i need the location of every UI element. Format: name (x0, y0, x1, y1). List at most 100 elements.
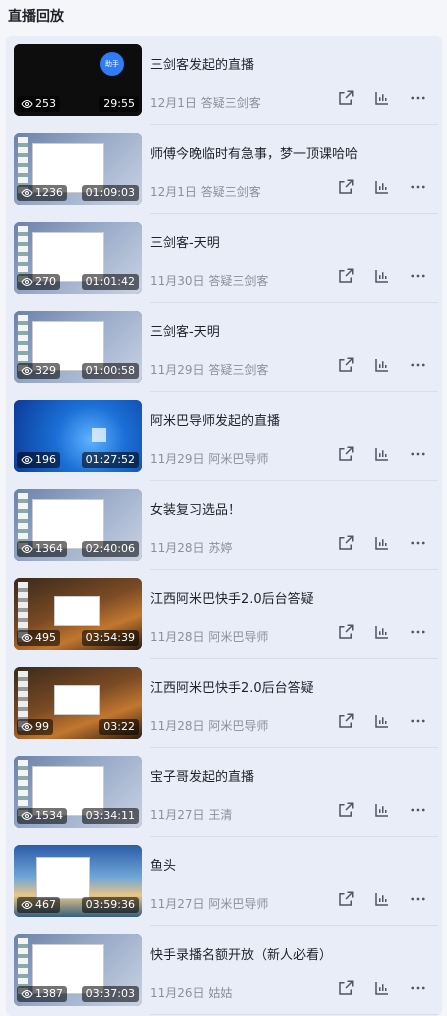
bar-chart-icon[interactable] (372, 800, 392, 820)
replay-date: 11月27日 (150, 897, 205, 911)
more-icon[interactable] (408, 978, 428, 998)
replay-title[interactable]: 鱼头 (150, 855, 430, 874)
video-thumbnail[interactable]: 329 01:00:58 (14, 311, 142, 383)
share-icon[interactable] (336, 889, 356, 909)
video-thumbnail[interactable]: 495 03:54:39 (14, 578, 142, 650)
replay-title[interactable]: 江西阿米巴快手2.0后台答疑 (150, 588, 430, 607)
view-count-badge: 196 (17, 452, 60, 468)
avatar: 助手 (100, 52, 124, 76)
replay-host: 答疑三剑客 (208, 274, 269, 288)
share-icon[interactable] (336, 800, 356, 820)
video-thumbnail[interactable]: 99 03:22 (14, 667, 142, 739)
eye-icon (21, 632, 33, 644)
more-icon[interactable] (408, 800, 428, 820)
bar-chart-icon[interactable] (372, 177, 392, 197)
replay-item[interactable]: 495 03:54:39 江西阿米巴快手2.0后台答疑 11月28日 阿米巴导师 (14, 570, 438, 659)
replay-meta: 11月28日 阿米巴导师 (150, 628, 268, 645)
video-thumbnail[interactable]: 196 01:27:52 (14, 400, 142, 472)
replay-item[interactable]: 1534 03:34:11 宝子哥发起的直播 11月27日 王清 (14, 748, 438, 837)
replay-item[interactable]: 270 01:01:42 三剑客-天明 11月30日 答疑三剑客 (14, 214, 438, 303)
share-icon[interactable] (336, 533, 356, 553)
replay-title[interactable]: 快手录播名额开放（新人必看） (150, 944, 430, 963)
share-icon[interactable] (336, 355, 356, 375)
replay-date: 11月29日 (150, 452, 205, 466)
replay-item[interactable]: 329 01:00:58 三剑客-天明 11月29日 答疑三剑客 (14, 303, 438, 392)
duration-badge: 03:54:39 (81, 630, 139, 646)
bar-chart-icon[interactable] (372, 889, 392, 909)
share-icon[interactable] (336, 711, 356, 731)
more-icon[interactable] (408, 355, 428, 375)
replay-item[interactable]: 467 03:59:36 鱼头 11月27日 阿米巴导师 (14, 837, 438, 926)
replay-title[interactable]: 江西阿米巴快手2.0后台答疑 (150, 677, 430, 696)
video-thumbnail[interactable]: 1236 01:09:03 (14, 133, 142, 205)
replay-item[interactable]: 1364 02:40:06 女装复习选品！ 11月28日 苏婷 (14, 481, 438, 570)
share-icon[interactable] (336, 978, 356, 998)
replay-title[interactable]: 三剑客发起的直播 (150, 54, 430, 73)
view-count-badge: 99 (17, 719, 53, 735)
replay-host: 阿米巴导师 (208, 452, 269, 466)
eye-icon (21, 276, 33, 288)
bar-chart-icon[interactable] (372, 978, 392, 998)
more-icon[interactable] (408, 177, 428, 197)
view-count-badge: 1364 (17, 541, 67, 557)
bar-chart-icon[interactable] (372, 622, 392, 642)
more-icon[interactable] (408, 266, 428, 286)
bar-chart-icon[interactable] (372, 533, 392, 553)
page-header: 直播回放 (0, 0, 447, 32)
replay-date: 11月30日 (150, 274, 205, 288)
duration-badge: 03:59:36 (81, 897, 139, 913)
view-count: 1387 (35, 987, 63, 1000)
video-thumbnail[interactable]: 1387 03:37:03 (14, 934, 142, 1006)
bar-chart-icon[interactable] (372, 355, 392, 375)
replay-item[interactable]: 196 01:27:52 阿米巴导师发起的直播 11月29日 阿米巴导师 (14, 392, 438, 481)
video-thumbnail[interactable]: 1534 03:34:11 (14, 756, 142, 828)
replay-title[interactable]: 三剑客-天明 (150, 321, 430, 340)
item-actions (336, 266, 428, 286)
item-actions (336, 800, 428, 820)
more-icon[interactable] (408, 711, 428, 731)
replay-date: 11月28日 (150, 541, 205, 555)
view-count-badge: 270 (17, 274, 60, 290)
replay-meta: 11月29日 阿米巴导师 (150, 450, 268, 467)
share-icon[interactable] (336, 177, 356, 197)
divider (150, 1014, 438, 1015)
bar-chart-icon[interactable] (372, 444, 392, 464)
share-icon[interactable] (336, 266, 356, 286)
video-thumbnail[interactable]: 1364 02:40:06 (14, 489, 142, 561)
replay-item[interactable]: 1236 01:09:03 师傅今晚临时有急事，梦一顶课哈哈 12月1日 答疑三剑客 (14, 125, 438, 214)
view-count-badge: 467 (17, 897, 60, 913)
more-icon[interactable] (408, 88, 428, 108)
share-icon[interactable] (336, 622, 356, 642)
replay-item[interactable]: 助手 253 29:55 三剑客发起的直播 12月1日 答疑三剑客 (14, 36, 438, 125)
replay-title[interactable]: 师傅今晚临时有急事，梦一顶课哈哈 (150, 143, 430, 162)
bar-chart-icon[interactable] (372, 711, 392, 731)
more-icon[interactable] (408, 622, 428, 642)
more-icon[interactable] (408, 889, 428, 909)
view-count: 1534 (35, 809, 63, 822)
view-count-badge: 1534 (17, 808, 67, 824)
view-count-badge: 253 (17, 96, 60, 112)
replay-title[interactable]: 阿米巴导师发起的直播 (150, 410, 430, 429)
bar-chart-icon[interactable] (372, 266, 392, 286)
share-icon[interactable] (336, 444, 356, 464)
item-actions (336, 88, 428, 108)
eye-icon (21, 810, 33, 822)
video-thumbnail[interactable]: 270 01:01:42 (14, 222, 142, 294)
replay-host: 答疑三剑客 (200, 96, 261, 110)
replay-list: 助手 253 29:55 三剑客发起的直播 12月1日 答疑三剑客 1236 01:09:0… (6, 36, 442, 1016)
more-icon[interactable] (408, 533, 428, 553)
view-count: 1236 (35, 186, 63, 199)
replay-title[interactable]: 三剑客-天明 (150, 232, 430, 251)
video-thumbnail[interactable]: 助手 253 29:55 (14, 44, 142, 116)
video-thumbnail[interactable]: 467 03:59:36 (14, 845, 142, 917)
more-icon[interactable] (408, 444, 428, 464)
eye-icon (21, 543, 33, 555)
replay-date: 11月28日 (150, 630, 205, 644)
replay-item[interactable]: 99 03:22 江西阿米巴快手2.0后台答疑 11月28日 阿米巴导师 (14, 659, 438, 748)
replay-title[interactable]: 女装复习选品！ (150, 499, 430, 518)
share-icon[interactable] (336, 88, 356, 108)
bar-chart-icon[interactable] (372, 88, 392, 108)
replay-item[interactable]: 1387 03:37:03 快手录播名额开放（新人必看） 11月26日 姑姑 (14, 926, 438, 1015)
replay-meta: 11月27日 王清 (150, 806, 232, 823)
replay-title[interactable]: 宝子哥发起的直播 (150, 766, 430, 785)
